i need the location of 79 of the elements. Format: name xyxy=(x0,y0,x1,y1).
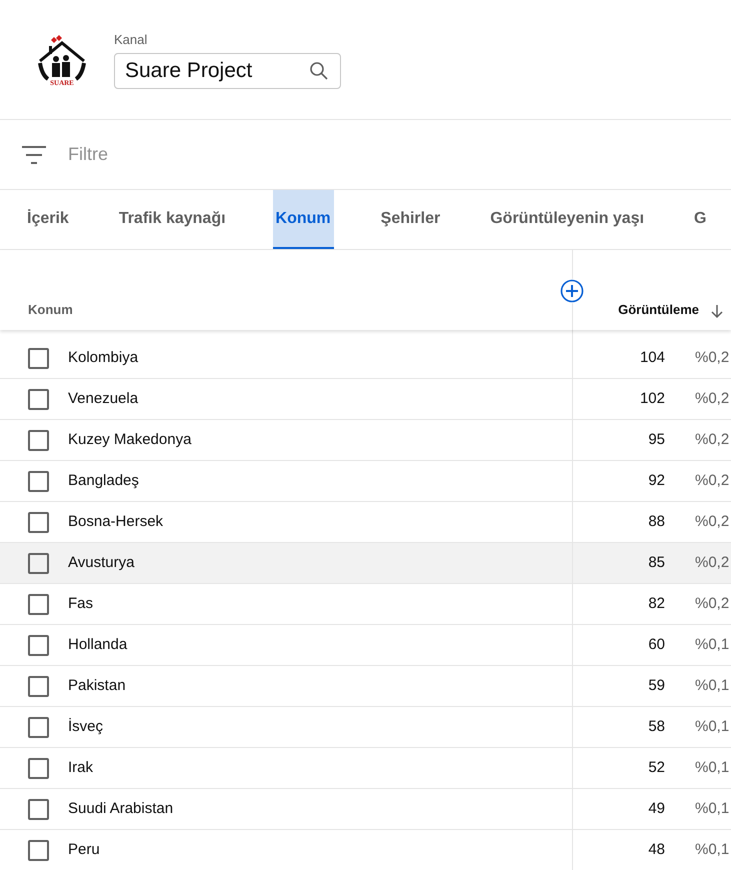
location-name: Avusturya xyxy=(68,552,134,573)
location-name: Irak xyxy=(68,758,94,778)
tab[interactable]: Konum xyxy=(272,190,334,249)
views-share: %0,2 xyxy=(695,388,730,409)
channel-search-field[interactable]: Suare Project xyxy=(114,52,341,89)
column-header[interactable]: Görüntüleme xyxy=(618,300,699,321)
filter-icon[interactable] xyxy=(22,146,46,164)
table-row[interactable]: Pakistan 59 %0,1 xyxy=(0,666,731,707)
views-share: %0,2 xyxy=(695,594,730,614)
location-name: Kolombiya xyxy=(68,348,138,368)
row-checkbox[interactable] xyxy=(28,512,49,532)
table-row[interactable]: Kuzey Makedonya 95 %0,2 xyxy=(0,420,731,461)
views-share: %0,1 xyxy=(695,634,730,655)
location-name: Venezuela xyxy=(68,388,138,409)
views-share: %0,2 xyxy=(695,512,730,532)
location-name: Kuzey Makedonya xyxy=(68,430,192,450)
row-checkbox[interactable] xyxy=(28,676,49,696)
views-count: 52 xyxy=(647,758,665,778)
location-name: Hollanda xyxy=(68,634,128,655)
location-name: Suudi Arabistan xyxy=(68,798,174,819)
table-row[interactable]: Venezuela 102 %0,2 xyxy=(0,379,731,420)
table-row[interactable]: Irak 52 %0,1 xyxy=(0,748,731,789)
table-row[interactable]: Peru 48 %0,1 xyxy=(0,830,731,870)
views-count: 58 xyxy=(647,716,665,737)
channel-label: Kanal xyxy=(114,31,148,50)
row-checkbox[interactable] xyxy=(28,552,49,574)
views-count: 85 xyxy=(647,552,665,573)
table-row[interactable]: Fas 82 %0,2 xyxy=(0,584,731,625)
sort-arrow-icon[interactable] xyxy=(709,303,725,319)
row-checkbox[interactable] xyxy=(28,470,49,492)
row-checkbox[interactable] xyxy=(28,758,49,778)
tab[interactable]: Şehirler xyxy=(378,190,444,249)
views-count: 92 xyxy=(647,470,665,491)
filter-field[interactable]: Filtre xyxy=(66,140,266,169)
views-share: %0,1 xyxy=(695,716,730,737)
views-count: 48 xyxy=(647,840,665,860)
table-row[interactable]: Bangladeş 92 %0,2 xyxy=(0,461,731,502)
views-count: 49 xyxy=(647,798,665,819)
views-share: %0,2 xyxy=(695,470,730,491)
tab[interactable]: İçerik xyxy=(24,190,72,249)
location-name: Pakistan xyxy=(68,676,126,696)
tab[interactable]: Görüntüleyenin yaşı xyxy=(487,190,648,249)
views-share: %0,2 xyxy=(695,430,730,450)
row-checkbox[interactable] xyxy=(28,798,49,820)
views-share: %0,1 xyxy=(695,840,730,860)
views-share: %0,2 xyxy=(695,348,730,368)
views-count: 104 xyxy=(638,348,665,368)
tab[interactable]: Trafik kaynağı xyxy=(116,190,229,249)
row-checkbox[interactable] xyxy=(28,348,49,368)
location-name: Bosna-Hersek xyxy=(68,512,164,532)
location-name: Peru xyxy=(68,840,100,860)
search-icon[interactable] xyxy=(309,60,329,81)
views-share: %0,1 xyxy=(695,798,730,819)
table-row[interactable]: Suudi Arabistan 49 %0,1 xyxy=(0,789,731,830)
table-row[interactable]: İsveç 58 %0,1 xyxy=(0,707,731,748)
views-share: %0,2 xyxy=(695,552,730,573)
row-checkbox[interactable] xyxy=(28,388,49,410)
row-checkbox[interactable] xyxy=(28,594,49,614)
views-count: 95 xyxy=(647,430,665,450)
table-row[interactable]: Kolombiya 104 %0,2 xyxy=(0,338,731,379)
add-column-icon[interactable] xyxy=(560,279,584,303)
row-checkbox[interactable] xyxy=(28,716,49,738)
location-name: Fas xyxy=(68,594,94,614)
views-share: %0,1 xyxy=(695,676,730,696)
views-count: 102 xyxy=(638,388,665,409)
row-checkbox[interactable] xyxy=(28,634,49,656)
views-count: 59 xyxy=(647,676,665,696)
table-row[interactable]: Avusturya 85 %0,2 xyxy=(0,543,731,584)
location-name: İsveç xyxy=(68,716,104,737)
table-row[interactable]: Hollanda 60 %0,1 xyxy=(0,625,731,666)
views-count: 82 xyxy=(647,594,665,614)
views-count: 60 xyxy=(647,634,665,655)
row-checkbox[interactable] xyxy=(28,840,49,860)
tab[interactable]: G xyxy=(691,190,710,249)
column-header: Konum xyxy=(27,300,74,318)
views-count: 88 xyxy=(647,512,665,532)
views-share: %0,1 xyxy=(695,758,730,778)
location-name: Bangladeş xyxy=(68,470,139,491)
row-checkbox[interactable] xyxy=(28,430,49,450)
